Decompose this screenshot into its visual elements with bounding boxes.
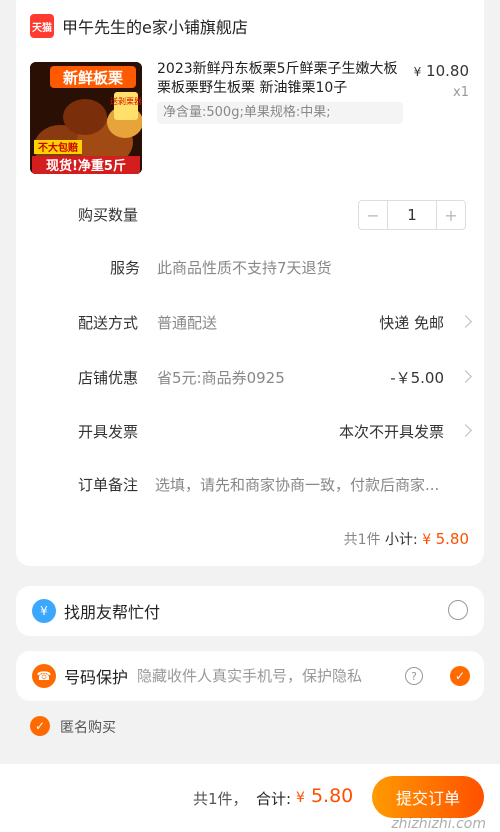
- privacy-hint: 隐藏收件人真实手机号，保护隐私: [137, 667, 363, 685]
- quantity-stepper[interactable]: − 1 +: [358, 200, 466, 230]
- help-icon[interactable]: ?: [405, 667, 423, 685]
- invoice-label: 开具发票: [78, 423, 139, 441]
- privacy-card: ☎ 号码保护 隐藏收件人真实手机号，保护隐私 ? ✓: [16, 651, 484, 701]
- submit-order-button[interactable]: 提交订单: [372, 776, 484, 818]
- tmall-icon: 天猫: [30, 14, 54, 38]
- coupon-value: 省5元:商品券0925: [157, 369, 285, 387]
- image-weight: 现货!净重5斤: [46, 158, 126, 174]
- product-price: ¥ 10.80: [414, 62, 469, 80]
- delivery-value: 普通配送: [157, 314, 218, 332]
- remark-input[interactable]: 选填，请先和商家协商一致，付款后商家...: [155, 474, 467, 495]
- chevron-right-icon[interactable]: [459, 424, 472, 437]
- product-image[interactable]: 新鲜板栗 送剥栗器 不大包赔 现货!净重5斤: [30, 62, 142, 174]
- subtotal-currency: ¥: [422, 532, 432, 548]
- service-value: 此商品性质不支持7天退货: [157, 259, 332, 277]
- privacy-checkbox[interactable]: ✓: [450, 666, 470, 686]
- shop-name[interactable]: 甲午先生的e家小铺旗舰店: [62, 14, 248, 38]
- coupon-label: 店铺优惠: [78, 369, 139, 387]
- increase-button[interactable]: +: [437, 201, 465, 229]
- service-label: 服务: [110, 259, 141, 277]
- delivery-label: 配送方式: [78, 314, 139, 332]
- anonymous-label[interactable]: 匿名购买: [60, 717, 116, 737]
- subtotal-count: 共1件: [343, 532, 381, 548]
- image-gift: 送剥栗器: [110, 96, 142, 106]
- total-currency: ¥: [296, 790, 305, 806]
- friend-pay-icon: ¥: [32, 599, 56, 623]
- bottom-bar: 共1件， 合计: ¥ 5.80 提交订单 zhizhizhi.com: [0, 764, 500, 832]
- subtotal-amount: 5.80: [435, 530, 469, 548]
- decrease-button[interactable]: −: [359, 201, 387, 229]
- total-label: 合计:: [256, 790, 292, 808]
- image-title: 新鲜板栗: [63, 69, 123, 87]
- quantity-label: 购买数量: [78, 206, 139, 224]
- product-spec[interactable]: 净含量:500g;单果规格:中果;: [157, 102, 403, 124]
- image-guarantee: 不大包赔: [38, 141, 78, 154]
- anonymous-checkbox[interactable]: ✓: [30, 716, 50, 736]
- total-count: 共1件，: [193, 790, 248, 808]
- total-value: 5.80: [310, 785, 354, 807]
- quantity-value[interactable]: 1: [387, 201, 437, 229]
- delivery-option[interactable]: 快递 免邮: [379, 312, 444, 333]
- watermark: zhizhizhi.com: [391, 816, 486, 832]
- product-title[interactable]: 2023新鲜丹东板栗5斤鲜栗子生嫩大板栗板栗野生板栗 新油锥栗10子: [157, 60, 407, 98]
- subtotal: 共1件 小计: ¥ 5.80: [344, 529, 469, 549]
- shield-icon: ☎: [32, 664, 56, 688]
- chestnut-image: 新鲜板栗 送剥栗器 不大包赔 现货!净重5斤: [30, 62, 142, 174]
- friend-pay-label: 找朋友帮忙付: [64, 603, 161, 622]
- coupon-discount[interactable]: -￥5.00: [390, 367, 444, 388]
- subtotal-label: 小计:: [385, 532, 418, 548]
- price-value: 10.80: [426, 62, 469, 80]
- chevron-right-icon[interactable]: [459, 370, 472, 383]
- remark-label: 订单备注: [78, 476, 139, 494]
- friend-pay-radio[interactable]: [448, 600, 468, 620]
- order-card: 天猫 甲午先生的e家小铺旗舰店 新鲜板栗 送剥栗器 不大包赔 现货!净重5斤 2…: [16, 0, 484, 566]
- price-currency: ¥: [413, 65, 422, 79]
- invoice-value[interactable]: 本次不开具发票: [339, 421, 444, 442]
- shop-header[interactable]: 天猫 甲午先生的e家小铺旗舰店: [30, 14, 248, 38]
- friend-pay-card[interactable]: ¥ 找朋友帮忙付: [16, 586, 484, 636]
- privacy-label: 号码保护: [64, 668, 129, 687]
- chevron-right-icon[interactable]: [459, 315, 472, 328]
- product-quantity: x1: [453, 85, 469, 100]
- total-amount: ¥ 5.80: [296, 785, 353, 807]
